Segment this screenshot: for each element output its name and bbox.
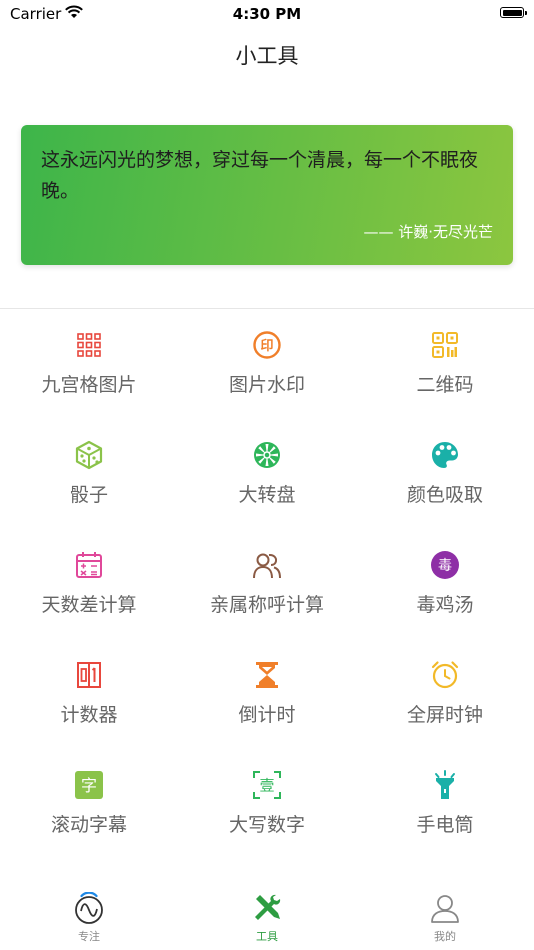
tool-label: 颜色吸取 — [406, 484, 483, 506]
tool-label: 大转盘 — [238, 484, 296, 506]
grid-nine-icon — [77, 333, 101, 357]
status-bar: Carrier 4:30 PM — [0, 0, 534, 28]
tab-bar: 专注 工具 我的 — [0, 878, 534, 950]
tool-countdown[interactable]: 倒计时 — [178, 648, 356, 758]
tool-label: 图片水印 — [228, 374, 305, 396]
tool-fullscreen-clock[interactable]: 全屏时钟 — [356, 648, 534, 758]
svg-text:壹: 壹 — [259, 777, 274, 795]
wheel-icon — [254, 442, 280, 468]
focus-icon — [75, 892, 103, 924]
tool-label: 大写数字 — [228, 814, 305, 836]
tool-label: 天数差计算 — [41, 594, 137, 616]
tool-color-picker[interactable]: 颜色吸取 — [356, 428, 534, 538]
qr-code-icon — [432, 332, 458, 358]
svg-text:字: 字 — [81, 776, 97, 795]
tool-label: 二维码 — [416, 374, 474, 396]
capital-number-icon: 壹 — [253, 771, 281, 799]
tool-label: 毒鸡汤 — [416, 594, 474, 616]
divider — [0, 308, 534, 309]
quote-card[interactable]: 这永远闪光的梦想，穿过每一个清晨，每一个不眠夜晚。 —— 许巍·无尽光芒 — [21, 125, 513, 265]
flashlight-icon — [435, 770, 455, 799]
battery-icon — [500, 7, 527, 18]
tool-nine-grid[interactable]: 九宫格图片 — [0, 318, 178, 428]
svg-text:毒: 毒 — [438, 558, 452, 574]
tool-qrcode[interactable]: 二维码 — [356, 318, 534, 428]
tool-label: 亲属称呼计算 — [209, 594, 324, 616]
clock-time: 4:30 PM — [232, 5, 302, 23]
tool-label: 倒计时 — [238, 704, 296, 726]
tool-relative-title[interactable]: 亲属称呼计算 — [178, 538, 356, 648]
tool-label: 计数器 — [60, 704, 118, 726]
tool-label: 手电筒 — [416, 814, 474, 836]
palette-icon — [432, 442, 458, 468]
hourglass-icon — [256, 662, 278, 688]
tool-watermark[interactable]: 印 图片水印 — [178, 318, 356, 428]
tool-flashlight[interactable]: 手电筒 — [356, 758, 534, 868]
tab-label: 专注 — [78, 930, 100, 943]
tool-label: 九宫格图片 — [41, 374, 137, 396]
tab-profile[interactable]: 我的 — [356, 878, 534, 950]
calendar-icon — [76, 552, 102, 578]
tool-wheel[interactable]: 大转盘 — [178, 428, 356, 538]
tools-icon — [255, 894, 281, 920]
tool-poison-soup[interactable]: 毒 毒鸡汤 — [356, 538, 534, 648]
tool-label: 骰子 — [69, 484, 108, 506]
caption-icon: 字 — [75, 771, 103, 799]
page-title: 小工具 — [235, 44, 299, 68]
tab-focus[interactable]: 专注 — [0, 878, 178, 950]
tab-label: 工具 — [256, 930, 278, 943]
profile-icon — [431, 895, 459, 923]
quote-author: —— 许巍·无尽光芒 — [363, 223, 493, 241]
alarm-clock-icon — [431, 661, 459, 689]
tool-capital-number[interactable]: 壹 大写数字 — [178, 758, 356, 868]
stamp-icon: 印 — [253, 331, 281, 359]
quote-text: 这永远闪光的梦想，穿过每一个清晨，每一个不眠夜晚。 — [41, 149, 479, 202]
dice-icon — [75, 440, 103, 470]
svg-text:印: 印 — [260, 339, 273, 354]
tool-dice[interactable]: 骰子 — [0, 428, 178, 538]
tool-label: 全屏时钟 — [406, 704, 483, 726]
tool-label: 滚动字幕 — [50, 814, 127, 836]
tab-tools[interactable]: 工具 — [178, 878, 356, 950]
people-icon — [253, 553, 281, 579]
counter-icon — [77, 662, 101, 688]
tab-label: 我的 — [434, 930, 456, 943]
tool-counter[interactable]: 计数器 — [0, 648, 178, 758]
tool-scrolling-caption[interactable]: 字 滚动字幕 — [0, 758, 178, 868]
poison-badge-icon: 毒 — [431, 551, 459, 579]
tool-day-diff[interactable]: 天数差计算 — [0, 538, 178, 648]
